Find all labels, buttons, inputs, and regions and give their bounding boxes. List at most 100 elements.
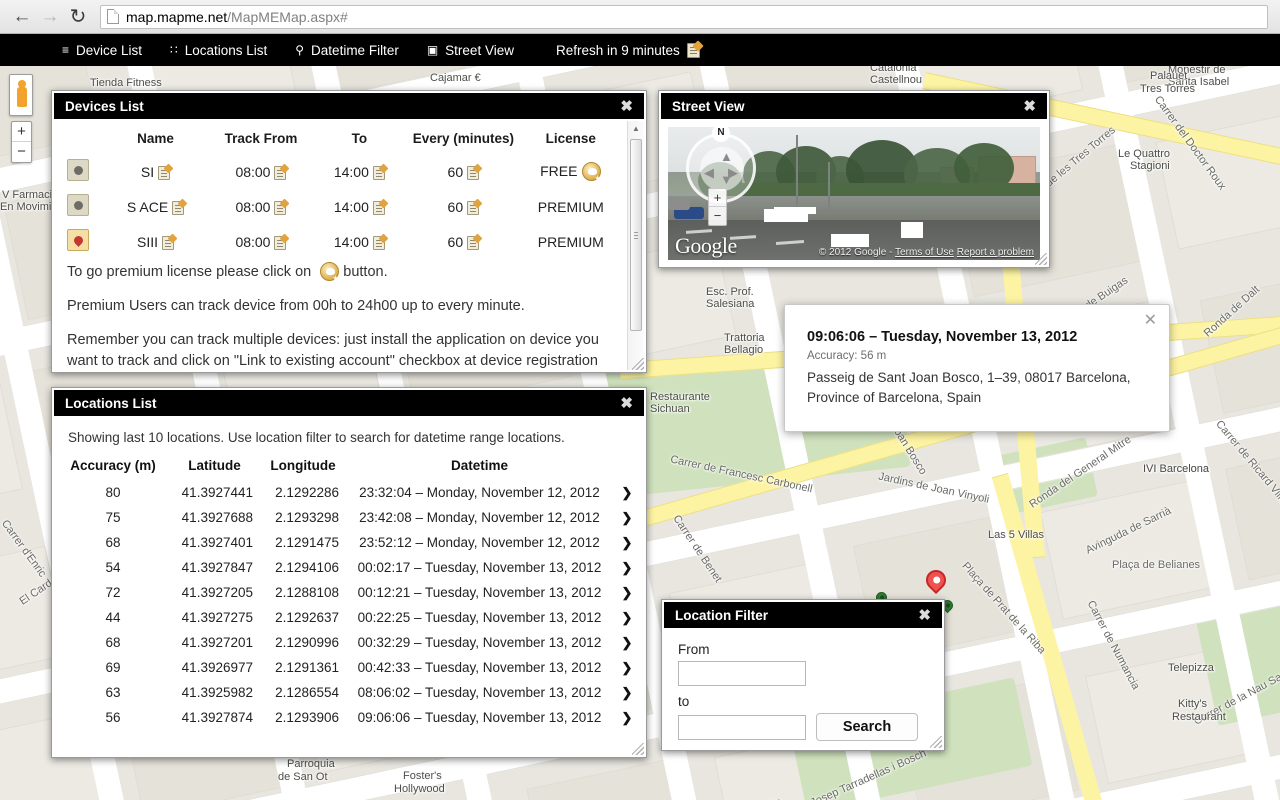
location-detail-arrow-icon[interactable]: ❯ <box>610 530 644 555</box>
devices-list-resize-grip[interactable] <box>632 358 644 370</box>
pan-right-icon[interactable]: ▶ <box>728 166 738 179</box>
locations-table-row[interactable]: 8041.39274412.129228623:32:04 – Monday, … <box>54 480 644 505</box>
location-detail-arrow-icon[interactable]: ❯ <box>610 555 644 580</box>
devices-list-panel[interactable]: Devices List ✖ Name Track From To Every … <box>51 90 647 373</box>
street-view-image[interactable]: N ▲ ▼ ◀ ▶ + − Google © 2012 Google - Ter… <box>668 127 1040 260</box>
edit-name-icon[interactable] <box>172 201 184 215</box>
devices-table-row[interactable]: S ACE08:0014:0060PREMIUM <box>54 189 620 224</box>
location-latitude: 41.3927201 <box>172 630 257 655</box>
device-track-from: 08:00 <box>235 164 270 180</box>
location-filter-panel[interactable]: Location Filter ✖ From to Search <box>661 599 945 751</box>
locations-table-row[interactable]: 6841.39274012.129147523:52:12 – Monday, … <box>54 530 644 555</box>
locations-list-panel[interactable]: Locations List ✖ Showing last 10 locatio… <box>51 387 647 758</box>
location-detail-arrow-icon[interactable]: ❯ <box>610 505 644 530</box>
locations-table-row[interactable]: 5441.39278472.129410600:02:17 – Tuesday,… <box>54 555 644 580</box>
edit-to-icon[interactable] <box>373 236 385 250</box>
devices-list-titlebar: Devices List ✖ <box>52 91 646 119</box>
locations-list-resize-grip[interactable] <box>632 743 644 755</box>
pan-left-icon[interactable]: ◀ <box>704 166 714 179</box>
location-filter-resize-grip[interactable] <box>930 736 942 748</box>
locations-table-row[interactable]: 4441.39272752.129263700:22:25 – Tuesday,… <box>54 605 644 630</box>
devices-table-row[interactable]: SIII08:0014:0060PREMIUM <box>54 224 620 259</box>
location-detail-arrow-icon[interactable]: ❯ <box>610 680 644 705</box>
map-place-label: Stagioni <box>1130 160 1170 172</box>
location-filter-close-icon[interactable]: ✖ <box>918 608 931 623</box>
location-detail-arrow-icon[interactable]: ❯ <box>610 655 644 680</box>
edit-every-icon[interactable] <box>467 166 479 180</box>
locations-table-row[interactable]: 5641.39278742.129390609:06:06 – Tuesday,… <box>54 705 644 730</box>
scrollbar-thumb[interactable] <box>630 139 642 331</box>
map-place-label: Foster's <box>403 770 442 782</box>
pan-up-icon[interactable]: ▲ <box>720 150 733 163</box>
street-view-zoom-out-button[interactable]: − <box>709 207 726 225</box>
edit-name-icon[interactable] <box>158 166 170 180</box>
locations-table-row[interactable]: 6341.39259822.128655408:06:02 – Tuesday,… <box>54 680 644 705</box>
locations-table-row[interactable]: 7241.39272052.128810800:12:21 – Tuesday,… <box>54 580 644 605</box>
nav-item-locations-list[interactable]: ∷ Locations List <box>170 43 267 58</box>
pegman-icon[interactable] <box>9 74 33 116</box>
locations-table-row[interactable]: 6841.39272012.129099600:32:29 – Tuesday,… <box>54 630 644 655</box>
street-view-zoom-in-button[interactable]: + <box>709 189 726 207</box>
device-grey-icon[interactable] <box>67 194 89 216</box>
device-name-cell: SI <box>103 154 208 189</box>
nav-item-refresh[interactable]: Refresh in 9 minutes <box>556 43 700 58</box>
device-gold-icon[interactable] <box>67 229 89 251</box>
forward-arrow-icon[interactable]: → <box>36 3 64 31</box>
scroll-up-arrow-icon[interactable]: ▲ <box>628 121 644 137</box>
devices-list-scrollbar[interactable]: ▲ <box>627 121 644 370</box>
location-latitude: 41.3927401 <box>172 530 257 555</box>
map-zoom-control[interactable]: + − <box>11 121 32 163</box>
report-problem-link[interactable]: Report a problem <box>957 247 1034 258</box>
location-detail-arrow-icon[interactable]: ❯ <box>610 580 644 605</box>
street-view-zoom-control[interactable]: + − <box>708 188 727 226</box>
from-date-input[interactable] <box>678 661 806 686</box>
location-detail-arrow-icon[interactable]: ❯ <box>610 630 644 655</box>
nav-item-device-list[interactable]: ≡ Device List <box>62 43 142 58</box>
edit-every-icon[interactable] <box>467 236 479 250</box>
locations-table-row[interactable]: 6941.39269772.129136100:42:33 – Tuesday,… <box>54 655 644 680</box>
devices-list-close-icon[interactable]: ✖ <box>620 99 633 114</box>
map-zoom-out-button[interactable]: − <box>12 142 31 162</box>
premium-crown-icon[interactable] <box>320 262 339 281</box>
edit-name-icon[interactable] <box>162 236 174 250</box>
devices-table-row[interactable]: SI08:0014:0060FREE <box>54 154 620 189</box>
info-window-close-icon[interactable]: ✕ <box>1144 313 1157 329</box>
terms-of-use-link[interactable]: Terms of Use <box>895 247 954 258</box>
locations-table-row[interactable]: 7541.39276882.129329823:42:08 – Monday, … <box>54 505 644 530</box>
edit-every-icon[interactable] <box>467 201 479 215</box>
location-datetime: 23:52:12 – Monday, November 12, 2012 <box>349 530 610 555</box>
edit-from-icon[interactable] <box>274 201 286 215</box>
search-button[interactable]: Search <box>816 713 918 741</box>
location-detail-arrow-icon[interactable]: ❯ <box>610 480 644 505</box>
locations-col-latitude: Latitude <box>172 449 257 480</box>
devices-list-title: Devices List <box>65 99 144 114</box>
location-filter-titlebar: Location Filter ✖ <box>662 600 944 628</box>
location-detail-arrow-icon[interactable]: ❯ <box>610 705 644 730</box>
locations-col-longitude: Longitude <box>257 449 349 480</box>
street-view-panel[interactable]: Street View ✖ <box>658 90 1050 268</box>
go-premium-icon[interactable] <box>582 162 601 181</box>
location-detail-arrow-icon[interactable]: ❯ <box>610 605 644 630</box>
back-arrow-icon[interactable]: ← <box>8 3 36 31</box>
credit-copyright: © 2012 Google - <box>819 247 893 258</box>
note-edit-icon[interactable] <box>687 43 700 58</box>
device-grey-icon[interactable] <box>67 159 89 181</box>
street-view-resize-grip[interactable] <box>1035 253 1047 265</box>
nav-item-street-view[interactable]: ▣ Street View <box>427 43 514 58</box>
street-view-close-icon[interactable]: ✖ <box>1023 99 1036 114</box>
address-bar[interactable]: map.mapme.net/MapMEMap.aspx# <box>100 5 1268 29</box>
edit-from-icon[interactable] <box>274 166 286 180</box>
image-icon: ▣ <box>427 44 438 56</box>
map-info-window[interactable]: ✕ 09:06:06 – Tuesday, November 13, 2012 … <box>784 304 1170 432</box>
nav-item-datetime-filter[interactable]: ⚲ Datetime Filter <box>295 43 399 58</box>
location-latitude: 41.3927688 <box>172 505 257 530</box>
edit-to-icon[interactable] <box>373 166 385 180</box>
reload-icon[interactable]: ↻ <box>64 3 92 31</box>
edit-to-icon[interactable] <box>373 201 385 215</box>
map-zoom-in-button[interactable]: + <box>12 122 31 142</box>
edit-from-icon[interactable] <box>274 236 286 250</box>
app-navbar: ≡ Device List ∷ Locations List ⚲ Datetim… <box>0 34 1280 66</box>
location-longitude: 2.1291361 <box>257 655 349 680</box>
locations-list-close-icon[interactable]: ✖ <box>620 396 633 411</box>
to-date-input[interactable] <box>678 715 806 740</box>
